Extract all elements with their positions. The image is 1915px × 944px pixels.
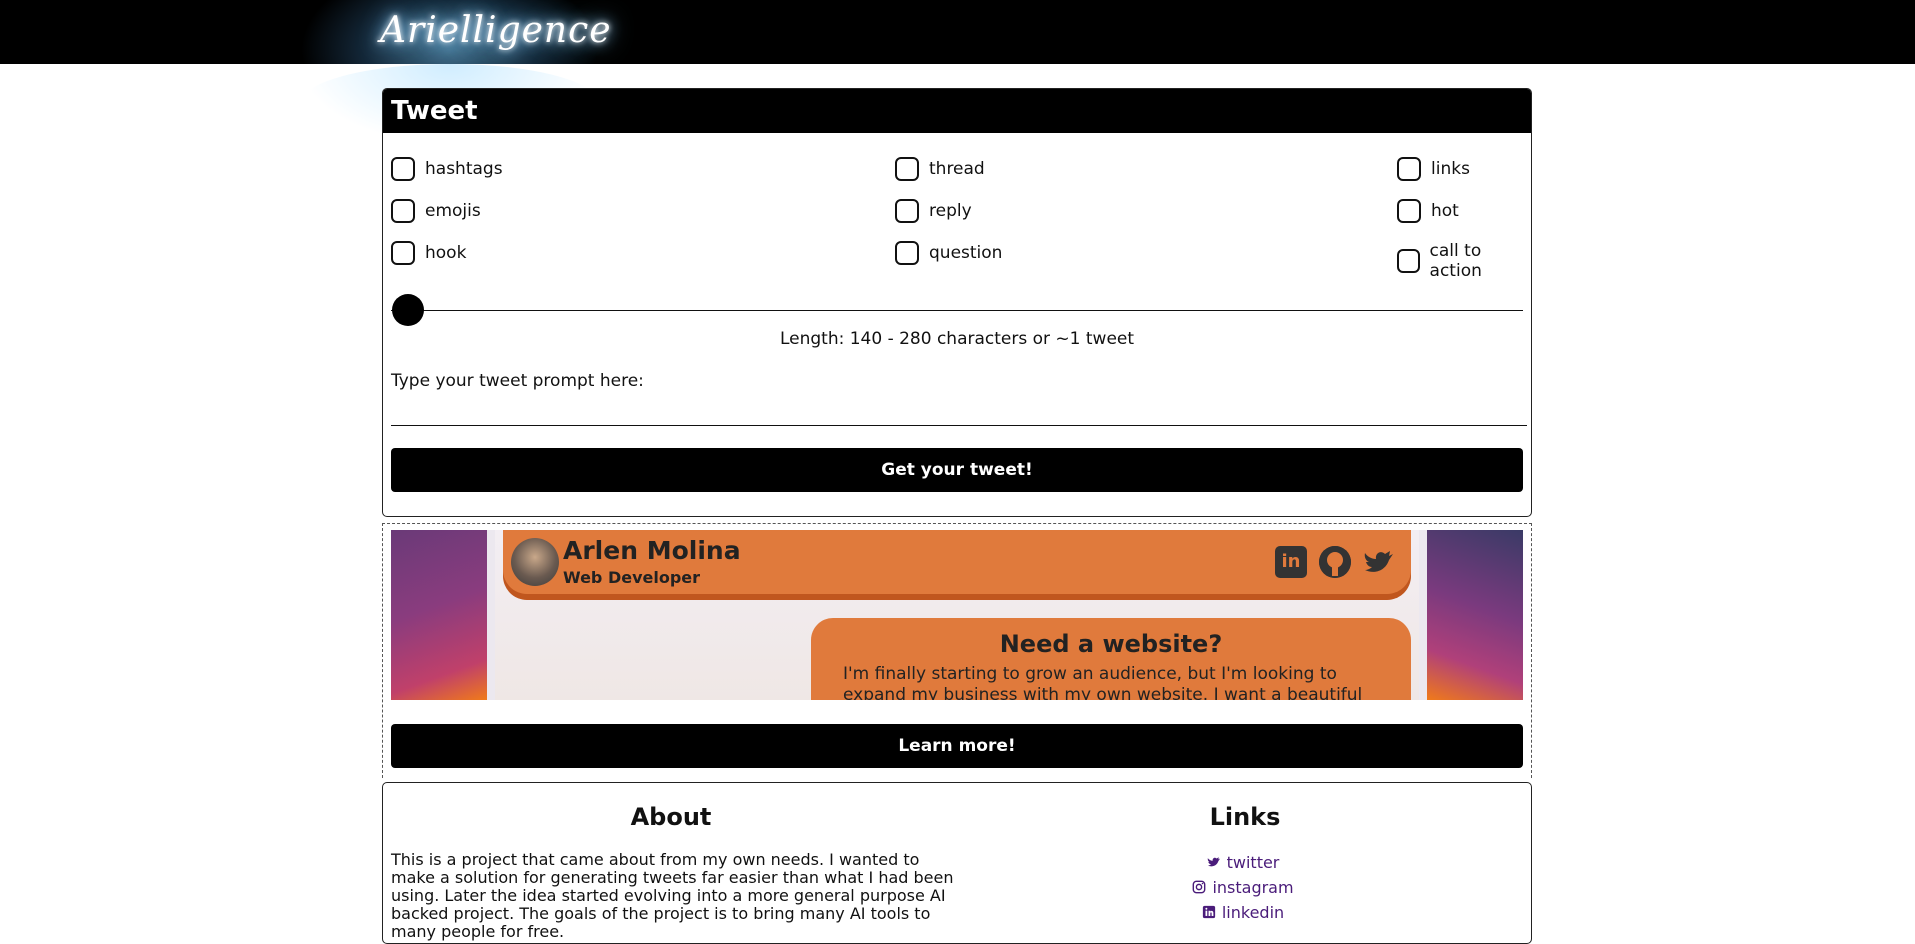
length-slider-handle[interactable] (392, 294, 424, 326)
option-label: hashtags (425, 159, 503, 179)
links-checkbox[interactable] (1397, 157, 1421, 181)
option-thread[interactable]: thread (895, 157, 985, 181)
linkedin-icon: in (1275, 546, 1307, 578)
ad-profile-bar: Arlen Molina Web Developer in (503, 530, 1411, 594)
links-title: Links (1209, 803, 1281, 831)
option-emojis[interactable]: emojis (391, 199, 481, 223)
tweet-card-title: Tweet (383, 89, 1531, 133)
hot-checkbox[interactable] (1397, 199, 1421, 223)
reply-checkbox[interactable] (895, 199, 919, 223)
call-to-action-checkbox[interactable] (1397, 249, 1420, 273)
length-readout: Length: 140 - 280 characters or ~1 tweet (779, 329, 1135, 349)
ad-section: Arlen Molina Web Developer in Need a web… (382, 523, 1532, 778)
info-card: About This is a project that came about … (382, 782, 1532, 944)
get-tweet-button[interactable]: Get your tweet! (391, 448, 1523, 492)
option-question[interactable]: question (895, 241, 1002, 265)
site-logo[interactable]: Arielligence (380, 10, 612, 51)
ad-promo-panel: Need a website? I'm finally starting to … (811, 618, 1411, 700)
github-icon (1319, 546, 1351, 578)
ad-role: Web Developer (563, 568, 701, 587)
option-call-to-action[interactable]: call to action (1397, 241, 1531, 281)
link-label: twitter (1226, 853, 1280, 872)
promo-title: Need a website? (999, 630, 1223, 658)
hook-checkbox[interactable] (391, 241, 415, 265)
option-label: question (929, 243, 1003, 263)
ad-decor-right (1427, 530, 1523, 700)
option-label: thread (929, 159, 985, 179)
twitter-link[interactable]: twitter (959, 853, 1527, 872)
instagram-icon (1193, 880, 1206, 894)
prompt-label: Type your tweet prompt here: (391, 371, 644, 391)
option-label: emojis (425, 201, 481, 221)
ad-decor-left (391, 530, 487, 700)
option-reply[interactable]: reply (895, 199, 972, 223)
ad-banner[interactable]: Arlen Molina Web Developer in Need a web… (391, 530, 1523, 700)
option-label: call to action (1429, 241, 1482, 281)
option-hashtags[interactable]: hashtags (391, 157, 503, 181)
question-checkbox[interactable] (895, 241, 919, 265)
option-label: reply (929, 201, 972, 221)
option-links[interactable]: links (1397, 157, 1470, 181)
about-title: About (630, 803, 712, 831)
tweet-prompt-input[interactable] (391, 395, 1527, 426)
ad-name: Arlen Molina (563, 536, 741, 565)
link-label: linkedin (1221, 903, 1285, 922)
twitter-icon (1363, 546, 1395, 578)
length-slider-track[interactable] (391, 310, 1523, 311)
option-hot[interactable]: hot (1397, 199, 1459, 223)
promo-text: I'm finally starting to grow an audience… (843, 664, 1363, 700)
link-label: instagram (1212, 878, 1294, 897)
twitter-icon (1207, 857, 1220, 867)
option-hook[interactable]: hook (391, 241, 466, 265)
about-text: This is a project that came about from m… (391, 850, 954, 941)
learn-more-button[interactable]: Learn more! (391, 724, 1523, 768)
option-label: hook (425, 243, 467, 263)
tweet-card: Tweet hashtags thread links emojis reply… (382, 88, 1532, 517)
linkedin-link[interactable]: linkedin (959, 903, 1527, 922)
linkedin-icon (1202, 905, 1215, 919)
avatar (511, 538, 559, 586)
instagram-link[interactable]: instagram (959, 878, 1527, 897)
emojis-checkbox[interactable] (391, 199, 415, 223)
hashtags-checkbox[interactable] (391, 157, 415, 181)
thread-checkbox[interactable] (895, 157, 919, 181)
top-nav-bar: Arielligence (0, 0, 1915, 64)
option-label: hot (1431, 201, 1459, 221)
option-label: links (1431, 159, 1470, 179)
